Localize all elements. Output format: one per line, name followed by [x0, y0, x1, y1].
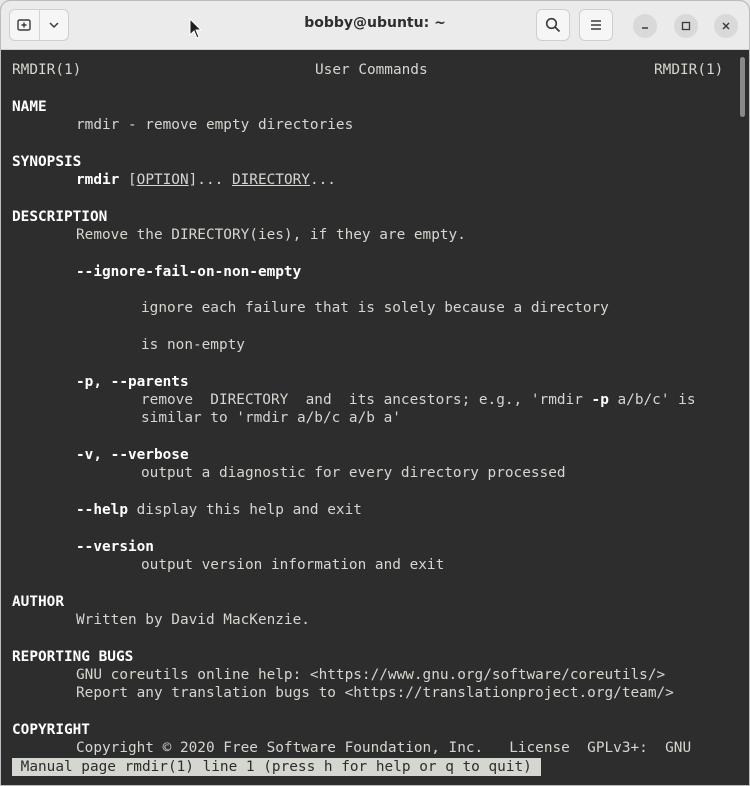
maximize-icon	[681, 21, 691, 31]
option-parents-desc-1b: a/b/c' is	[608, 392, 696, 408]
man-header-left: RMDIR(1)	[12, 62, 82, 78]
synopsis-bracket-open: [	[119, 172, 137, 188]
terminal-output[interactable]: RMDIR(1) User Commands RMDIR(1) NAME rmd…	[1, 50, 737, 785]
name-text: rmdir - remove empty directories	[76, 117, 354, 133]
title-bar: bobby@ubuntu: ~	[1, 1, 749, 50]
option-parents-desc-2: similar to 'rmdir a/b/c a/b a'	[141, 410, 401, 426]
option-ignore-fail-desc-1: ignore each failure that is solely becau…	[141, 300, 609, 316]
option-parents-inline-flag: -p	[591, 392, 609, 408]
section-heading-description: DESCRIPTION	[12, 209, 108, 225]
man-header-center: User Commands	[315, 62, 428, 78]
option-parents-desc-1: remove DIRECTORY and its ancestors; e.g.…	[141, 391, 696, 409]
option-verbose-desc: output a diagnostic for every directory …	[141, 465, 566, 481]
minimize-button[interactable]	[633, 14, 657, 38]
synopsis-mid: ]...	[188, 172, 232, 188]
menu-button[interactable]	[579, 9, 613, 41]
section-heading-author: AUTHOR	[12, 594, 64, 610]
option-verbose-flag: -v, --verbose	[76, 447, 189, 463]
scrollbar[interactable]	[739, 53, 747, 781]
close-icon	[722, 22, 730, 30]
maximize-button[interactable]	[674, 14, 698, 38]
hamburger-menu-icon	[591, 20, 601, 30]
description-text: Remove the DIRECTORY(ies), if they are e…	[76, 227, 466, 243]
option-version-desc: output version information and exit	[141, 557, 445, 573]
synopsis-end: ...	[309, 172, 336, 188]
copyright-text: Copyright © 2020 Free Software Foundatio…	[76, 740, 692, 756]
bugs-text-2: Report any translation bugs to <https://…	[76, 685, 674, 701]
bugs-text-1: GNU coreutils online help: <https://www.…	[76, 667, 666, 683]
section-heading-reporting-bugs: REPORTING BUGS	[12, 649, 134, 665]
option-ignore-fail-desc-2: is non-empty	[141, 337, 245, 353]
option-help-flag: --help	[76, 502, 128, 518]
synopsis-line: rmdir [OPTION]... DIRECTORY...	[76, 171, 336, 189]
option-version-flag: --version	[76, 539, 154, 555]
pager-status-line: Manual page rmdir(1) line 1 (press h for…	[12, 758, 541, 776]
scrollbar-thumb[interactable]	[740, 57, 745, 117]
option-ignore-fail-flag: --ignore-fail-on-non-empty	[76, 264, 302, 280]
section-heading-name: NAME	[12, 99, 47, 115]
author-text: Written by David MacKenzie.	[76, 612, 310, 628]
option-help-line: --help display this help and exit	[76, 501, 362, 519]
minimize-icon	[642, 27, 648, 29]
synopsis-directory: DIRECTORY	[231, 172, 310, 188]
man-header-right: RMDIR(1)	[654, 62, 724, 78]
search-icon	[545, 17, 561, 33]
option-help-desc: display this help and exit	[127, 502, 362, 518]
option-parents-flag: -p, --parents	[76, 374, 189, 390]
terminal-window: bobby@ubuntu: ~ RMDIR(1) User Commands R…	[0, 0, 750, 786]
search-button[interactable]	[536, 9, 570, 41]
synopsis-command: rmdir	[76, 172, 120, 188]
section-heading-synopsis: SYNOPSIS	[12, 154, 82, 170]
close-button[interactable]	[714, 14, 738, 38]
synopsis-option: OPTION	[136, 172, 189, 188]
section-heading-copyright: COPYRIGHT	[12, 722, 90, 738]
option-parents-desc-1a: remove DIRECTORY and its ancestors; e.g.…	[141, 392, 592, 408]
